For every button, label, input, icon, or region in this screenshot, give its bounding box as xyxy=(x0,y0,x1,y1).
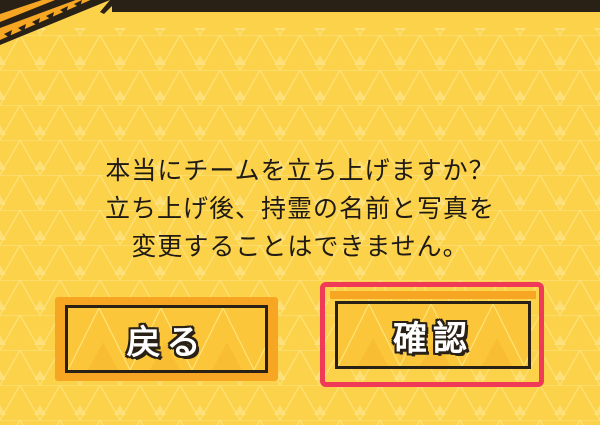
confirmation-message: 本当にチームを立ち上げますか？ 立ち上げ後、持霊の名前と写真を 変更することはで… xyxy=(0,152,600,266)
top-frame-decoration xyxy=(0,0,600,45)
back-button-label: 戻る xyxy=(126,322,207,363)
confirm-button-top-bar xyxy=(330,291,536,299)
message-line-1: 本当にチームを立ち上げますか？ xyxy=(105,156,495,185)
confirm-button-label: 確認 xyxy=(393,318,473,359)
back-button-face[interactable]: 戻る xyxy=(65,305,268,373)
message-line-2: 立ち上げ後、持霊の名前と写真を xyxy=(104,194,495,223)
message-line-3: 変更することはできません。 xyxy=(131,232,469,261)
back-button[interactable]: 戻る xyxy=(55,297,278,381)
confirm-button-face[interactable]: 確認 xyxy=(335,301,531,369)
confirm-button[interactable]: 確認 xyxy=(320,282,544,387)
